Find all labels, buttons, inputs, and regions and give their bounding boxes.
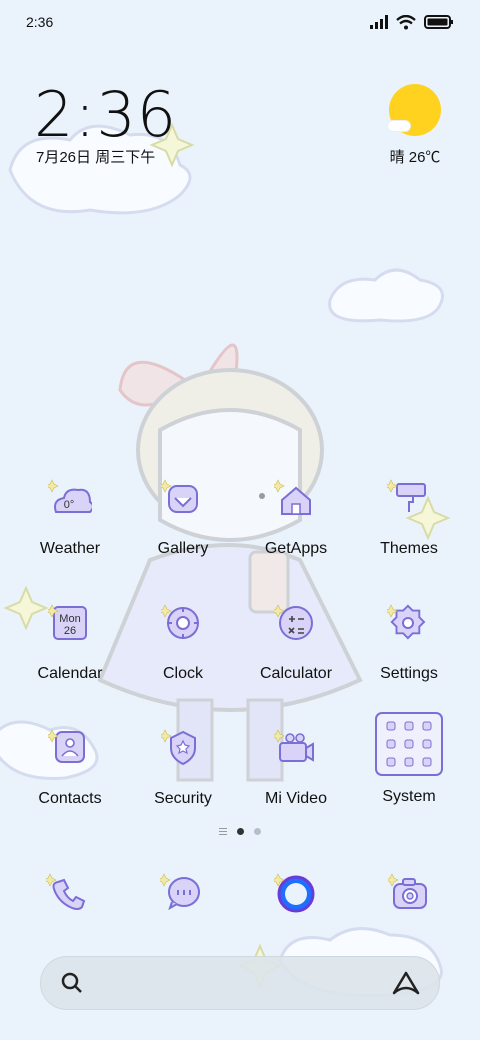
app-contacts[interactable]: Contacts: [15, 728, 125, 828]
search-icon[interactable]: [59, 970, 85, 996]
mi-video-icon: [271, 728, 318, 772]
weather-icon: 0°: [45, 478, 94, 522]
app-settings[interactable]: Settings: [354, 603, 464, 703]
page-indicator[interactable]: [0, 828, 480, 835]
app-label: Weather: [39, 540, 101, 557]
app-calculator[interactable]: Calculator: [241, 603, 351, 703]
app-system-folder[interactable]: System: [354, 712, 464, 812]
weather-widget[interactable]: 晴 26℃: [380, 84, 450, 167]
wifi-icon: [396, 14, 416, 29]
app-label: Gallery: [157, 540, 209, 557]
weather-icon-badge: 0°: [64, 499, 75, 511]
clock-widget-date[interactable]: 7月26日 周三下午: [36, 146, 155, 167]
menu-lines-icon[interactable]: [219, 828, 227, 835]
browser-icon[interactable]: [271, 872, 318, 916]
app-label: Themes: [380, 540, 438, 557]
app-label: Clock: [162, 665, 203, 682]
app-clock[interactable]: Clock: [128, 603, 238, 703]
app-getapps[interactable]: GetApps: [241, 478, 351, 578]
status-icons: [370, 14, 454, 30]
search-bar[interactable]: [40, 956, 440, 1010]
app-label: Mi Video: [265, 790, 327, 807]
app-security[interactable]: Security: [128, 728, 238, 828]
calculator-icon: [271, 603, 318, 647]
app-themes[interactable]: Themes: [354, 478, 464, 578]
page-dot[interactable]: [254, 828, 261, 835]
clock-icon: [158, 603, 205, 647]
gallery-icon: [158, 478, 205, 522]
app-label: Calculator: [259, 665, 333, 682]
signal-icon: [370, 15, 388, 29]
system-folder-icon: [375, 712, 443, 776]
themes-icon: [384, 478, 431, 522]
page-dot-active[interactable]: [237, 828, 244, 835]
status-bar: 2:36: [0, 0, 480, 44]
security-icon: [158, 728, 205, 772]
calendar-icon-date: 26: [64, 625, 76, 637]
app-calendar[interactable]: Mon 26 Calendar: [15, 603, 125, 703]
camera-icon[interactable]: [385, 872, 432, 916]
app-label: GetApps: [264, 540, 328, 557]
getapps-icon: [271, 478, 318, 522]
app-label: Calendar: [37, 665, 103, 682]
app-gallery[interactable]: Gallery: [128, 478, 238, 578]
assistant-icon[interactable]: [391, 970, 421, 996]
sun-icon: [387, 84, 441, 136]
app-mi-video[interactable]: Mi Video: [241, 728, 351, 828]
battery-icon: [424, 15, 453, 29]
app-weather[interactable]: 0° Weather: [15, 478, 125, 578]
messaging-icon[interactable]: [157, 872, 204, 916]
app-label: Security: [154, 790, 212, 807]
phone-icon[interactable]: [43, 872, 90, 916]
clock-widget-time[interactable]: 2:36: [34, 78, 177, 151]
settings-icon: [384, 603, 431, 647]
app-label: Settings: [380, 665, 438, 682]
status-time: 2:36: [26, 14, 54, 30]
app-label: System: [382, 788, 436, 805]
contacts-icon: [45, 728, 92, 772]
calendar-icon-day: Mon: [59, 613, 80, 625]
app-label: Contacts: [38, 790, 102, 807]
calendar-icon: Mon 26: [45, 603, 92, 647]
weather-widget-text: 晴 26℃: [389, 149, 441, 166]
